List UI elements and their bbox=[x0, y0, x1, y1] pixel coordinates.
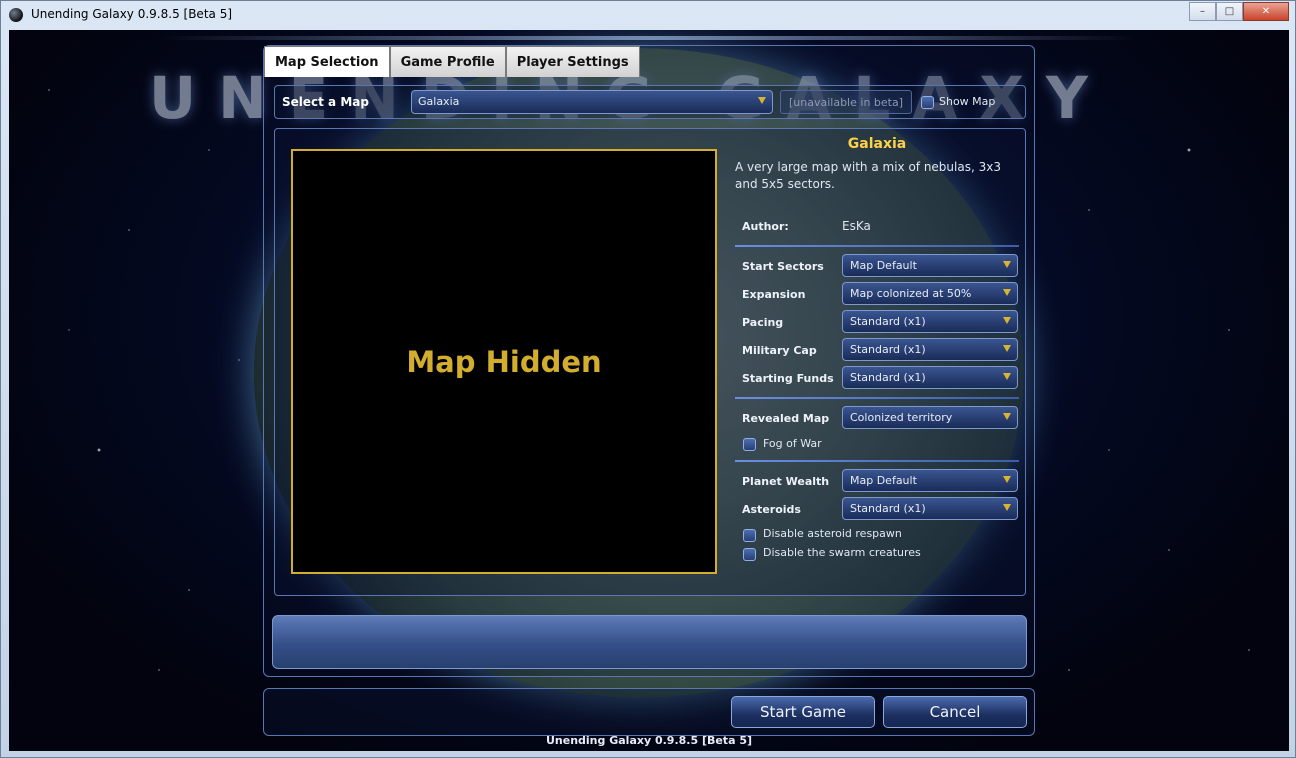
show-map-checkbox[interactable] bbox=[921, 96, 934, 109]
action-bar: Start Game Cancel bbox=[263, 688, 1035, 736]
pacing-value: Standard (x1) bbox=[850, 315, 926, 328]
window-title: Unending Galaxy 0.9.8.5 [Beta 5] bbox=[31, 7, 233, 21]
map-select-bar: Select a Map Galaxia [unavailable in bet… bbox=[274, 85, 1026, 119]
cancel-button[interactable]: Cancel bbox=[883, 696, 1027, 728]
author-value: EsKa bbox=[842, 219, 871, 233]
setup-panel: Map Selection Game Profile Player Settin… bbox=[263, 45, 1035, 677]
chevron-down-icon bbox=[758, 97, 766, 104]
minimize-button[interactable]: – bbox=[1189, 2, 1216, 21]
chevron-down-icon bbox=[1003, 317, 1011, 324]
start-game-button[interactable]: Start Game bbox=[731, 696, 875, 728]
tab-bar: Map Selection Game Profile Player Settin… bbox=[264, 46, 640, 77]
military-cap-value: Standard (x1) bbox=[850, 343, 926, 356]
tab-map-selection[interactable]: Map Selection bbox=[264, 46, 390, 77]
separator bbox=[735, 460, 1019, 462]
asteroids-label: Asteroids bbox=[742, 503, 801, 516]
start-sectors-dropdown[interactable]: Map Default bbox=[842, 254, 1018, 277]
asteroids-value: Standard (x1) bbox=[850, 502, 926, 515]
map-description: A very large map with a mix of nebulas, … bbox=[735, 160, 1001, 191]
map-info-panel: Galaxia A very large map with a mix of n… bbox=[735, 129, 1019, 589]
chevron-down-icon bbox=[1003, 289, 1011, 296]
starting-funds-label: Starting Funds bbox=[742, 372, 834, 385]
pacing-dropdown[interactable]: Standard (x1) bbox=[842, 310, 1018, 333]
planet-wealth-label: Planet Wealth bbox=[742, 475, 830, 488]
separator bbox=[735, 397, 1019, 399]
version-footer: Unending Galaxy 0.9.8.5 [Beta 5] bbox=[545, 734, 753, 747]
map-dropdown-value: Galaxia bbox=[418, 95, 460, 108]
chevron-down-icon bbox=[1003, 345, 1011, 352]
military-cap-dropdown[interactable]: Standard (x1) bbox=[842, 338, 1018, 361]
starting-funds-value: Standard (x1) bbox=[850, 371, 926, 384]
starting-funds-dropdown[interactable]: Standard (x1) bbox=[842, 366, 1018, 389]
chevron-down-icon bbox=[1003, 476, 1011, 483]
window-controls: – □ ✕ bbox=[1189, 2, 1289, 21]
asteroids-dropdown[interactable]: Standard (x1) bbox=[842, 497, 1018, 520]
chevron-down-icon bbox=[1003, 504, 1011, 511]
expansion-dropdown[interactable]: Map colonized at 50% bbox=[842, 282, 1018, 305]
planet-wealth-value: Map Default bbox=[850, 474, 917, 487]
map-dropdown[interactable]: Galaxia bbox=[411, 90, 773, 114]
map-details-box: Map Hidden Galaxia A very large map with… bbox=[274, 128, 1026, 596]
disable-asteroid-respawn-label: Disable asteroid respawn bbox=[763, 527, 902, 540]
close-button[interactable]: ✕ bbox=[1243, 2, 1289, 21]
title-bar[interactable]: Unending Galaxy 0.9.8.5 [Beta 5] – □ ✕ bbox=[1, 1, 1295, 29]
message-bar bbox=[272, 615, 1027, 669]
map-preview: Map Hidden bbox=[291, 149, 717, 574]
show-map-label: Show Map bbox=[939, 95, 996, 108]
author-label: Author: bbox=[742, 220, 789, 233]
chevron-down-icon bbox=[1003, 413, 1011, 420]
tab-player-settings[interactable]: Player Settings bbox=[505, 46, 640, 77]
chevron-down-icon bbox=[1003, 373, 1011, 380]
fog-of-war-checkbox[interactable] bbox=[743, 438, 756, 451]
separator bbox=[735, 245, 1019, 247]
app-window: Unending Galaxy 0.9.8.5 [Beta 5] – □ ✕ U… bbox=[0, 0, 1296, 758]
pacing-label: Pacing bbox=[742, 316, 784, 329]
revealed-map-dropdown[interactable]: Colonized territory bbox=[842, 406, 1018, 429]
start-sectors-label: Start Sectors bbox=[742, 260, 824, 273]
map-name: Galaxia bbox=[847, 136, 907, 152]
military-cap-label: Military Cap bbox=[742, 344, 817, 357]
select-map-label: Select a Map bbox=[282, 95, 369, 109]
map-hidden-text: Map Hidden bbox=[406, 344, 602, 379]
revealed-map-value: Colonized territory bbox=[850, 411, 953, 424]
disable-swarm-label: Disable the swarm creatures bbox=[763, 546, 921, 559]
expansion-label: Expansion bbox=[742, 288, 806, 301]
beta-unavailable-field: [unavailable in beta] bbox=[780, 90, 912, 114]
logo-highlight bbox=[159, 36, 1139, 40]
expansion-value: Map colonized at 50% bbox=[850, 287, 972, 300]
tab-game-profile[interactable]: Game Profile bbox=[389, 46, 506, 77]
start-sectors-value: Map Default bbox=[850, 259, 917, 272]
revealed-map-label: Revealed Map bbox=[742, 412, 830, 425]
maximize-button[interactable]: □ bbox=[1216, 2, 1243, 21]
disable-asteroid-respawn-checkbox[interactable] bbox=[743, 529, 756, 542]
planet-wealth-dropdown[interactable]: Map Default bbox=[842, 469, 1018, 492]
app-icon bbox=[9, 8, 23, 22]
fog-of-war-label: Fog of War bbox=[763, 437, 822, 450]
chevron-down-icon bbox=[1003, 261, 1011, 268]
game-client-area: UNENDING GALAXY Map Selection Game Profi… bbox=[9, 30, 1289, 751]
disable-swarm-checkbox[interactable] bbox=[743, 548, 756, 561]
